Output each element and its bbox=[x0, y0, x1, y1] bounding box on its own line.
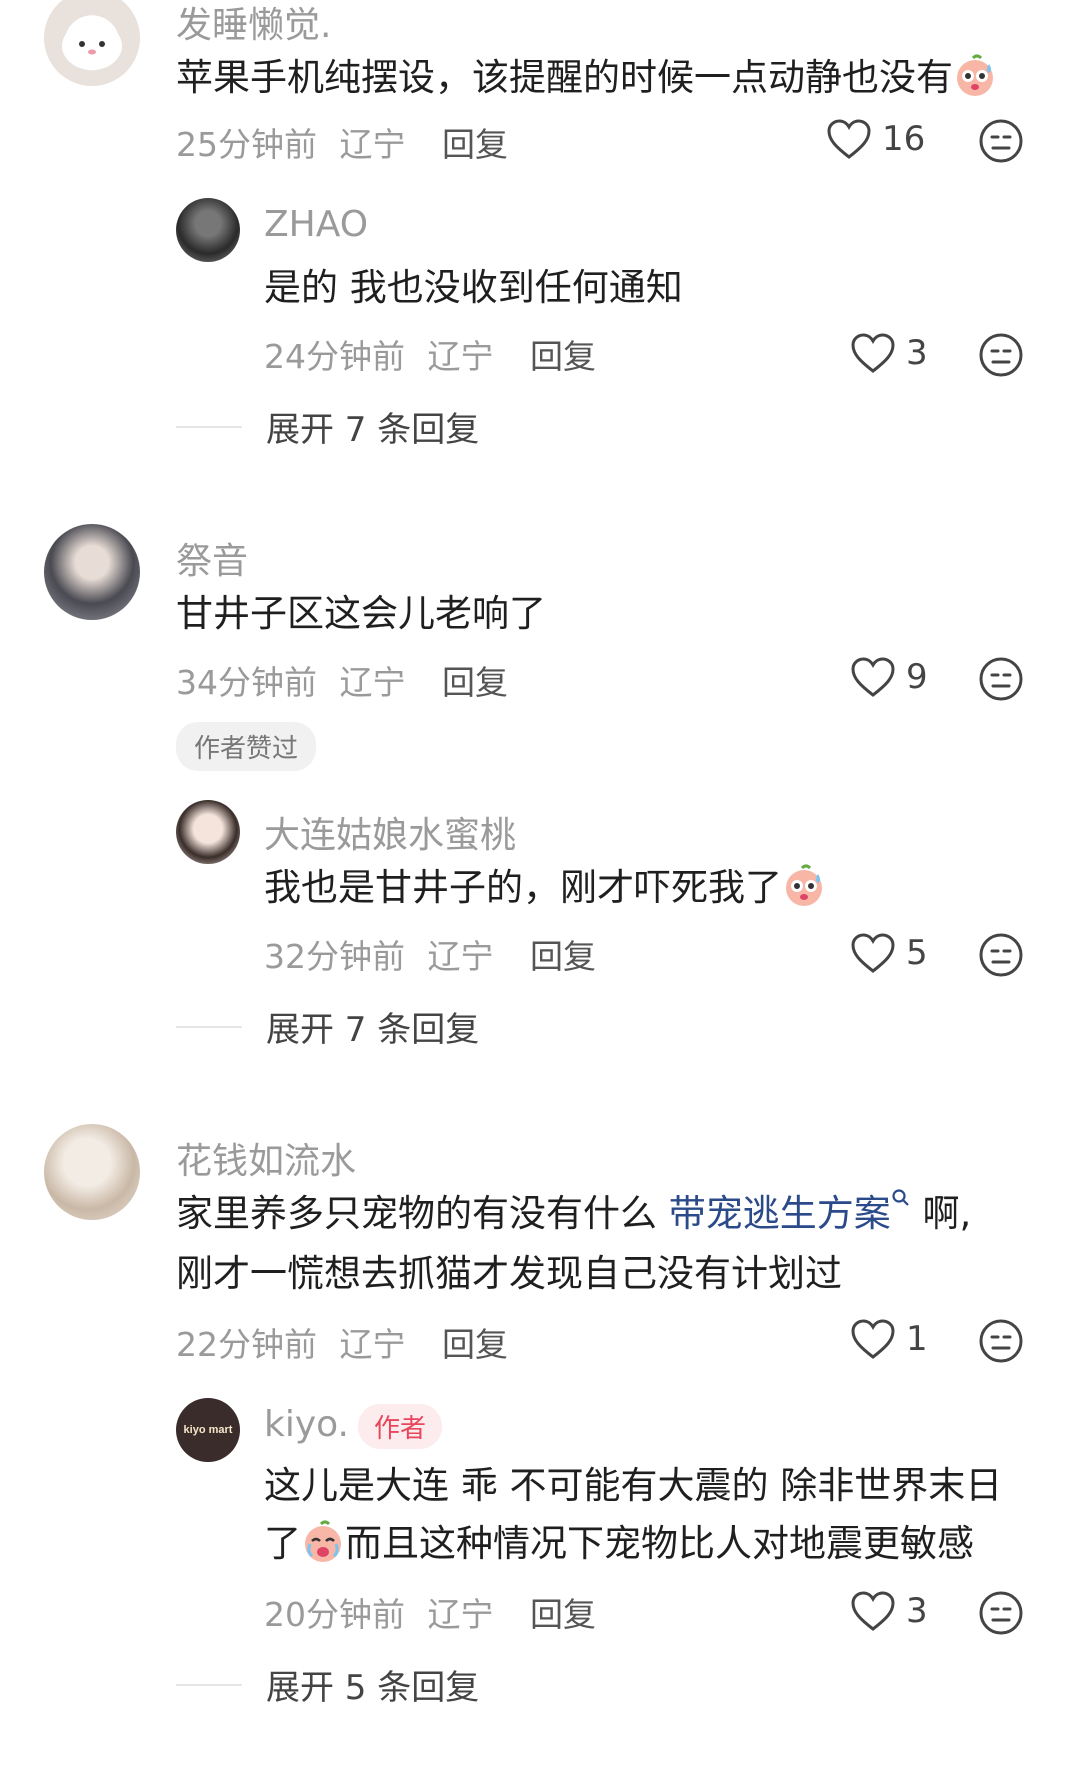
reply-button[interactable]: 回复 bbox=[442, 125, 508, 164]
reply-author[interactable]: 大连姑娘水蜜桃 bbox=[264, 806, 516, 858]
reply-time: 20分钟前 bbox=[264, 1595, 405, 1634]
expand-replies-label: 展开 7 条回复 bbox=[266, 410, 480, 450]
like-count: 5 bbox=[906, 933, 928, 973]
comment-author[interactable]: 发睡懒觉. bbox=[176, 0, 331, 48]
reply-meta: 32分钟前 辽宁 回复 bbox=[264, 930, 596, 978]
dislike-face-icon[interactable] bbox=[978, 332, 1024, 378]
comment-meta: 34分钟前 辽宁 回复 bbox=[176, 656, 508, 704]
reply-button[interactable]: 回复 bbox=[530, 937, 596, 976]
heart-icon bbox=[851, 933, 895, 973]
reply-meta: 20分钟前 辽宁 回复 bbox=[264, 1588, 596, 1636]
reply-meta: 24分钟前 辽宁 回复 bbox=[264, 330, 596, 378]
expand-replies-button[interactable]: 展开 7 条回复 bbox=[176, 402, 479, 451]
avatar[interactable] bbox=[176, 800, 240, 864]
heart-icon bbox=[851, 1591, 895, 1631]
sweat-emoji-icon bbox=[957, 54, 993, 96]
like-count: 9 bbox=[906, 657, 928, 697]
reply-author[interactable]: ZHAO bbox=[264, 204, 368, 245]
comment-meta: 22分钟前 辽宁 回复 bbox=[176, 1318, 508, 1366]
comment-text-line2: 刚才一慌想去抓猫才发现自己没有计划过 bbox=[176, 1252, 842, 1295]
comment-author[interactable]: 花钱如流水 bbox=[176, 1132, 356, 1184]
reply-button[interactable]: 回复 bbox=[442, 1325, 508, 1364]
reply-time: 24分钟前 bbox=[264, 337, 405, 376]
reply-text: 是的 我也没收到任何通知 bbox=[264, 266, 683, 309]
like-count: 3 bbox=[906, 333, 928, 373]
expand-replies-button[interactable]: 展开 7 条回复 bbox=[176, 1002, 479, 1051]
reply-author[interactable]: kiyo. bbox=[264, 1404, 349, 1445]
like-count: 1 bbox=[906, 1319, 928, 1359]
reply-text: 这儿是大连 乖 不可能有大震的 除非世界末日 bbox=[264, 1464, 1003, 1507]
search-icon[interactable] bbox=[891, 1188, 911, 1208]
comment-location: 辽宁 bbox=[339, 663, 406, 702]
comment-meta: 25分钟前 辽宁 回复 bbox=[176, 118, 508, 166]
like-count: 3 bbox=[906, 1591, 928, 1631]
reply-location: 辽宁 bbox=[427, 337, 494, 376]
dislike-face-icon[interactable] bbox=[978, 932, 1024, 978]
divider bbox=[176, 1025, 242, 1028]
like-button[interactable]: 3 bbox=[850, 1590, 928, 1632]
heart-icon bbox=[851, 657, 895, 697]
dislike-face-icon[interactable] bbox=[978, 1318, 1024, 1364]
comment-text: 苹果手机纯摆设，该提醒的时候一点动静也没有 bbox=[176, 48, 997, 108]
reply-button[interactable]: 回复 bbox=[530, 1595, 596, 1634]
author-liked-badge: 作者赞过 bbox=[176, 722, 317, 771]
dislike-face-icon[interactable] bbox=[978, 656, 1024, 702]
reply-location: 辽宁 bbox=[427, 1595, 494, 1634]
avatar[interactable] bbox=[44, 0, 140, 86]
avatar-logo-text: kiyo mart bbox=[183, 1424, 233, 1436]
expand-replies-button[interactable]: 展开 5 条回复 bbox=[176, 1660, 479, 1709]
dislike-face-icon[interactable] bbox=[978, 1590, 1024, 1636]
dislike-face-icon[interactable] bbox=[978, 118, 1024, 164]
like-button[interactable]: 16 bbox=[826, 118, 925, 160]
reply-location: 辽宁 bbox=[427, 937, 494, 976]
heart-icon bbox=[827, 119, 871, 159]
comment-author[interactable]: 祭音 bbox=[176, 532, 248, 584]
divider bbox=[176, 425, 242, 428]
comment-location: 辽宁 bbox=[339, 1325, 406, 1364]
search-link[interactable]: 带宠逃生方案 bbox=[669, 1192, 891, 1235]
comment-time: 25分钟前 bbox=[176, 125, 317, 164]
reply-button[interactable]: 回复 bbox=[530, 337, 596, 376]
comment-text: 甘井子区这会儿老响了 bbox=[176, 592, 546, 635]
avatar[interactable] bbox=[44, 1124, 140, 1220]
expand-replies-label: 展开 5 条回复 bbox=[266, 1668, 480, 1708]
like-button[interactable]: 9 bbox=[850, 656, 928, 698]
heart-icon bbox=[851, 1319, 895, 1359]
heart-icon bbox=[851, 333, 895, 373]
reply-time: 32分钟前 bbox=[264, 937, 405, 976]
reply-text-line2: 了而且这种情况下宠物比人对地震更敏感 bbox=[264, 1520, 974, 1565]
like-button[interactable]: 1 bbox=[850, 1318, 928, 1360]
avatar[interactable]: kiyo mart bbox=[176, 1398, 240, 1462]
reply-text: 我也是甘井子的，刚才吓死我了 bbox=[264, 858, 826, 918]
avatar[interactable] bbox=[176, 198, 240, 262]
comment-time: 34分钟前 bbox=[176, 663, 317, 702]
sweat-emoji-icon bbox=[786, 864, 822, 906]
avatar[interactable] bbox=[44, 524, 140, 620]
comment-location: 辽宁 bbox=[339, 125, 406, 164]
divider bbox=[176, 1683, 242, 1686]
comment-time: 22分钟前 bbox=[176, 1325, 317, 1364]
crying-emoji-icon bbox=[305, 1520, 341, 1562]
like-count: 16 bbox=[882, 119, 926, 159]
reply-button[interactable]: 回复 bbox=[442, 663, 508, 702]
like-button[interactable]: 3 bbox=[850, 332, 928, 374]
author-tag: 作者 bbox=[358, 1404, 443, 1449]
like-button[interactable]: 5 bbox=[850, 932, 928, 974]
comment-text: 家里养多只宠物的有没有什么 带宠逃生方案 啊, bbox=[176, 1184, 971, 1244]
expand-replies-label: 展开 7 条回复 bbox=[266, 1010, 480, 1050]
